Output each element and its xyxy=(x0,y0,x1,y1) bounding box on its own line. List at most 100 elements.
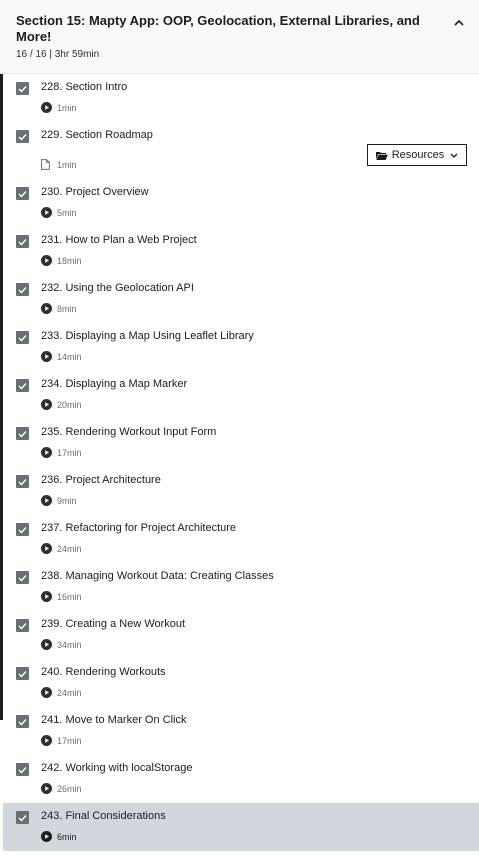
check-icon xyxy=(18,766,27,774)
lecture-meta: 16min xyxy=(41,591,82,602)
check-icon xyxy=(18,574,27,582)
lecture-checkbox[interactable] xyxy=(16,523,29,536)
lecture-meta: 9min xyxy=(41,495,77,506)
lecture-checkbox[interactable] xyxy=(16,82,29,95)
lecture-item[interactable]: 234. Displaying a Map Marker 20min xyxy=(0,371,479,419)
lecture-checkbox[interactable] xyxy=(16,619,29,632)
resources-label: Resources xyxy=(391,149,445,161)
lecture-checkbox[interactable] xyxy=(16,571,29,584)
lecture-duration: 26min xyxy=(57,783,82,794)
lecture-item[interactable]: 230. Project Overview 5min xyxy=(0,179,479,227)
lecture-item[interactable]: 235. Rendering Workout Input Form 17min xyxy=(0,419,479,467)
lecture-title: 232. Using the Geolocation API xyxy=(41,282,194,294)
lecture-duration: 20min xyxy=(57,399,82,410)
lecture-checkbox[interactable] xyxy=(16,187,29,200)
lecture-checkbox[interactable] xyxy=(16,475,29,488)
lecture-checkbox[interactable] xyxy=(16,715,29,728)
lecture-meta: 17min xyxy=(41,735,82,746)
check-icon xyxy=(18,382,27,390)
lecture-title: 235. Rendering Workout Input Form xyxy=(41,426,217,438)
play-icon xyxy=(41,255,52,266)
lecture-item[interactable]: 238. Managing Workout Data: Creating Cla… xyxy=(0,563,479,611)
lecture-title: 237. Refactoring for Project Architectur… xyxy=(41,522,237,534)
lecture-meta: 18min xyxy=(41,255,82,266)
resources-button[interactable]: Resources xyxy=(367,144,467,166)
lecture-meta: 24min xyxy=(41,543,82,554)
lecture-meta: 34min xyxy=(41,639,82,650)
lecture-item[interactable]: 242. Working with localStorage 26min xyxy=(0,755,479,803)
chevron-up-icon[interactable] xyxy=(452,15,466,29)
check-icon xyxy=(18,478,27,486)
lecture-checkbox[interactable] xyxy=(16,283,29,296)
check-icon xyxy=(18,85,27,93)
lecture-duration: 1min xyxy=(57,159,77,170)
lecture-meta: 1min xyxy=(41,102,77,113)
lecture-duration: 14min xyxy=(57,351,82,362)
play-icon xyxy=(41,543,52,554)
lecture-meta: 17min xyxy=(41,447,82,458)
play-icon xyxy=(41,783,52,794)
section-meta: 16 / 16 | 3hr 59min xyxy=(16,49,100,60)
lecture-item[interactable]: 231. How to Plan a Web Project 18min xyxy=(0,227,479,275)
lecture-duration: 16min xyxy=(57,591,82,602)
lecture-checkbox[interactable] xyxy=(16,379,29,392)
lecture-checkbox[interactable] xyxy=(16,763,29,776)
lecture-duration: 18min xyxy=(57,255,82,266)
play-icon xyxy=(41,102,52,113)
lecture-item[interactable]: 243. Final Considerations 6min xyxy=(3,803,479,851)
lecture-title: 241. Move to Marker On Click xyxy=(41,714,187,726)
play-icon xyxy=(41,207,52,218)
lecture-duration: 17min xyxy=(57,735,82,746)
lecture-title: 242. Working with localStorage xyxy=(41,762,193,774)
check-icon xyxy=(18,622,27,630)
check-icon xyxy=(18,670,27,678)
section-header[interactable]: Section 15: Mapty App: OOP, Geolocation,… xyxy=(0,0,479,74)
lecture-title: 231. How to Plan a Web Project xyxy=(41,234,197,246)
lecture-item[interactable]: 233. Displaying a Map Using Leaflet Libr… xyxy=(0,323,479,371)
lecture-item[interactable]: 237. Refactoring for Project Architectur… xyxy=(0,515,479,563)
lecture-duration: 24min xyxy=(57,687,82,698)
lecture-checkbox[interactable] xyxy=(16,667,29,680)
section-title: Section 15: Mapty App: OOP, Geolocation,… xyxy=(16,13,420,44)
check-icon xyxy=(18,430,27,438)
play-icon xyxy=(41,495,52,506)
check-icon xyxy=(18,814,27,822)
lecture-title: 230. Project Overview xyxy=(41,186,149,198)
play-icon xyxy=(41,639,52,650)
lecture-item[interactable]: 240. Rendering Workouts 24min xyxy=(0,659,479,707)
lecture-checkbox[interactable] xyxy=(16,130,29,143)
lecture-item[interactable]: 236. Project Architecture 9min xyxy=(0,467,479,515)
lecture-checkbox[interactable] xyxy=(16,331,29,344)
play-icon xyxy=(41,591,52,602)
lecture-item[interactable]: 229. Section Roadmap 1min Resources xyxy=(0,122,479,179)
lecture-checkbox[interactable] xyxy=(16,427,29,440)
lecture-checkbox[interactable] xyxy=(16,235,29,248)
lecture-meta: 6min xyxy=(41,831,77,842)
lecture-duration: 17min xyxy=(57,447,82,458)
play-icon xyxy=(41,687,52,698)
play-icon xyxy=(41,735,52,746)
lecture-item[interactable]: 239. Creating a New Workout 34min xyxy=(0,611,479,659)
lecture-item[interactable]: 228. Section Intro 1min xyxy=(0,74,479,122)
check-icon xyxy=(18,334,27,342)
play-icon xyxy=(41,351,52,362)
lecture-meta: 20min xyxy=(41,399,82,410)
lecture-checkbox[interactable] xyxy=(16,811,29,824)
lecture-duration: 1min xyxy=(57,102,77,113)
lecture-title: 236. Project Architecture xyxy=(41,474,161,486)
folder-open-icon xyxy=(375,151,388,160)
lecture-duration: 34min xyxy=(57,639,82,650)
play-icon xyxy=(41,303,52,314)
lecture-duration: 9min xyxy=(57,495,77,506)
lecture-meta: 14min xyxy=(41,351,82,362)
lecture-duration: 8min xyxy=(57,303,77,314)
lecture-title: 240. Rendering Workouts xyxy=(41,666,166,678)
check-icon xyxy=(18,133,27,141)
lecture-item[interactable]: 232. Using the Geolocation API 8min xyxy=(0,275,479,323)
lecture-meta: 1min xyxy=(41,159,77,170)
lecture-duration: 5min xyxy=(57,207,77,218)
chevron-down-icon xyxy=(450,153,458,158)
play-icon xyxy=(41,831,52,842)
lecture-item[interactable]: 241. Move to Marker On Click 17min xyxy=(0,707,479,755)
lecture-title: 239. Creating a New Workout xyxy=(41,618,186,630)
